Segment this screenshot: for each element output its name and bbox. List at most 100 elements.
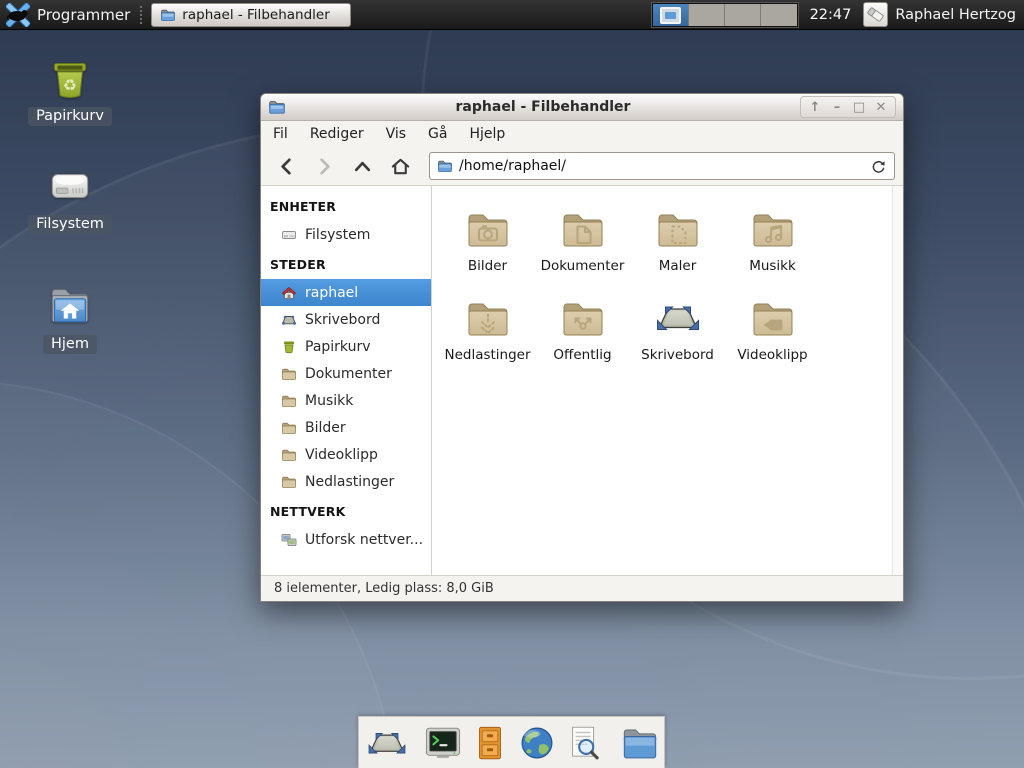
file-item-maler[interactable]: Maler (630, 196, 725, 274)
workspace-4[interactable] (761, 4, 797, 26)
desktop-icon-hjem[interactable]: Hjem (10, 280, 130, 354)
show-desktop-button[interactable] (366, 721, 408, 765)
file-item-dokumenter[interactable]: Dokumenter (535, 196, 630, 274)
file-item-nedlastinger[interactable]: Nedlastinger (440, 285, 535, 363)
sidebar-header-nettverk: NETTVERK (261, 495, 431, 526)
sidebar-item-label: Utforsk nettver... (305, 532, 423, 548)
desktop-icon-filsystem[interactable]: Filsystem (10, 160, 130, 234)
file-manager-launcher[interactable] (619, 721, 661, 765)
folder-music-icon (749, 205, 797, 253)
desktop-icon-label: Papirkurv (28, 107, 112, 126)
file-item-videoklipp[interactable]: Videoklipp (725, 285, 820, 363)
taskbar-window-button[interactable]: raphael - Filbehandler (151, 3, 351, 27)
sidebar-item-papirkurv[interactable]: Papirkurv (261, 333, 431, 360)
menu-rediger[interactable]: Rediger (310, 126, 364, 142)
sidebar-item-musikk[interactable]: Musikk (261, 387, 431, 414)
file-manager-folder-icon (619, 722, 661, 764)
applications-menu-button[interactable]: Programmer (0, 0, 140, 29)
folder-videos-icon (749, 294, 797, 342)
sidebar-item-label: Bilder (305, 420, 346, 436)
shade-button[interactable]: ↑ (805, 98, 825, 116)
file-item-label: Maler (630, 258, 725, 274)
menu-hjelp[interactable]: Hjelp (469, 126, 505, 142)
close-button[interactable]: ✕ (871, 98, 891, 116)
status-text: 8 ielementer, Ledig plass: 8,0 GiB (274, 581, 494, 596)
window-body: ENHETER Filsystem STEDER raphael Skriveb… (261, 186, 903, 575)
home-button[interactable] (383, 151, 418, 181)
folder-templates-icon (654, 205, 702, 253)
folder-window-icon (160, 7, 176, 23)
menubar: Fil Rediger Vis Gå Hjelp (261, 121, 903, 147)
applications-menu-label: Programmer (37, 6, 130, 24)
workspace-2[interactable] (689, 4, 725, 26)
workspace-mini-window (660, 7, 681, 24)
status-bar: 8 ielementer, Ledig plass: 8,0 GiB (261, 575, 903, 601)
folder-public-icon (559, 294, 607, 342)
minimize-button[interactable]: – (827, 98, 847, 116)
sidebar-item-filsystem[interactable]: Filsystem (261, 221, 431, 248)
toolbar: /home/raphael/ (261, 147, 903, 186)
menu-fil[interactable]: Fil (273, 126, 288, 142)
web-browser-launcher[interactable] (516, 721, 558, 765)
sidebar-item-label: Videoklipp (305, 447, 378, 463)
vertical-scrollbar[interactable] (892, 186, 903, 575)
xfce-mouse-logo-icon (6, 3, 30, 27)
window-folder-icon (268, 98, 286, 116)
menu-vis[interactable]: Vis (386, 126, 406, 142)
file-item-label: Dokumenter (535, 258, 630, 274)
desktop-icon-papirkurv[interactable]: Papirkurv (10, 52, 130, 126)
workspace-3[interactable] (725, 4, 761, 26)
workspace-switcher (652, 3, 798, 27)
sidebar-item-label: Papirkurv (305, 339, 371, 355)
user-name: Raphael Hertzog (895, 7, 1016, 23)
sidebar-item-bilder[interactable]: Bilder (261, 414, 431, 441)
sidebar-item-videoklipp[interactable]: Videoklipp (261, 441, 431, 468)
sidebar-item-dokumenter[interactable]: Dokumenter (261, 360, 431, 387)
file-item-label: Bilder (440, 258, 535, 274)
file-item-skrivebord[interactable]: Skrivebord (630, 285, 725, 363)
user-menu-button[interactable]: Raphael Hertzog (861, 0, 1024, 29)
sidebar-item-label: Filsystem (305, 227, 370, 243)
file-cabinet-launcher[interactable] (469, 721, 511, 765)
file-item-label: Skrivebord (630, 347, 725, 363)
file-grid: Bilder Dokumenter Maler Musikk Nedlastin… (432, 186, 903, 374)
clock[interactable]: 22:47 (810, 7, 852, 23)
workspace-1-active[interactable] (653, 4, 689, 26)
window-titlebar[interactable]: raphael - Filbehandler ↑ – □ ✕ (261, 94, 903, 121)
file-item-musikk[interactable]: Musikk (725, 196, 820, 274)
menu-ga[interactable]: Gå (428, 126, 447, 142)
folder-documents-icon (559, 205, 607, 253)
terminal-launcher[interactable] (422, 721, 464, 765)
sidebar-item-raphael[interactable]: raphael (261, 279, 431, 306)
path-input[interactable]: /home/raphael/ (459, 158, 864, 174)
file-item-offentlig[interactable]: Offentlig (535, 285, 630, 363)
back-icon (275, 155, 298, 178)
folder-downloads-icon (464, 294, 512, 342)
window-title: raphael - Filbehandler (292, 99, 794, 115)
search-launcher[interactable] (563, 721, 605, 765)
refresh-icon[interactable] (870, 158, 887, 175)
folder-pictures-icon (464, 205, 512, 253)
trash-icon (45, 52, 95, 102)
sidebar-item-label: Musikk (305, 393, 353, 409)
desktop-icon-label: Filsystem (28, 215, 112, 234)
network-icon (281, 532, 297, 548)
forward-button[interactable] (307, 151, 342, 181)
sidebar-item-utforsk-nettverk[interactable]: Utforsk nettver... (261, 526, 431, 553)
sidebar-item-nedlastinger[interactable]: Nedlastinger (261, 468, 431, 495)
file-item-label: Offentlig (535, 347, 630, 363)
trash-icon (281, 339, 297, 355)
path-bar[interactable]: /home/raphael/ (429, 152, 895, 180)
harddrive-icon (45, 160, 95, 210)
maximize-button[interactable]: □ (849, 98, 869, 116)
up-button[interactable] (345, 151, 380, 181)
file-manager-window: raphael - Filbehandler ↑ – □ ✕ Fil Redig… (260, 93, 904, 602)
path-folder-icon (437, 158, 453, 174)
back-button[interactable] (269, 151, 304, 181)
sidebar-item-label: Dokumenter (305, 366, 392, 382)
sidebar-item-label: Skrivebord (305, 312, 380, 328)
document-search-icon (563, 722, 605, 764)
sidebar-item-skrivebord[interactable]: Skrivebord (261, 306, 431, 333)
file-view[interactable]: Bilder Dokumenter Maler Musikk Nedlastin… (432, 186, 903, 575)
file-item-bilder[interactable]: Bilder (440, 196, 535, 274)
